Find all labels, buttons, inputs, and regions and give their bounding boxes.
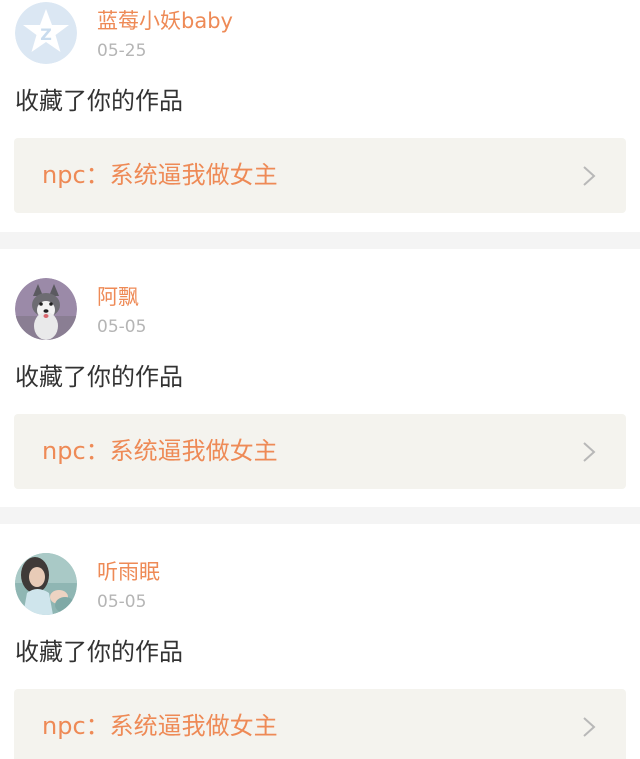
date: 05-25 [97, 41, 147, 61]
action-text: 收藏了你的作品 [15, 87, 183, 115]
work-title: npc：系统逼我做女主 [42, 437, 278, 465]
work-card[interactable]: npc：系统逼我做女主 [14, 689, 626, 759]
notification-item: 阿飘 05-05 收藏了你的作品 npc：系统逼我做女主 [0, 249, 640, 489]
username[interactable]: 阿飘 [97, 284, 139, 310]
action-text: 收藏了你的作品 [15, 638, 183, 666]
work-card[interactable]: npc：系统逼我做女主 [14, 138, 626, 213]
work-title: npc：系统逼我做女主 [42, 712, 278, 740]
notification-item: Z 蓝莓小妖baby 05-25 收藏了你的作品 npc：系统逼我做女主 [0, 0, 640, 230]
action-text: 收藏了你的作品 [15, 363, 183, 391]
divider [0, 232, 640, 249]
girl-photo [15, 553, 77, 615]
husky-dog-photo [15, 278, 77, 340]
username[interactable]: 蓝莓小妖baby [97, 8, 233, 34]
default-avatar-icon: Z [15, 2, 77, 64]
chevron-right-icon [580, 716, 598, 738]
work-title: npc：系统逼我做女主 [42, 161, 278, 189]
work-card[interactable]: npc：系统逼我做女主 [14, 414, 626, 489]
notification-item: 听雨眠 05-05 收藏了你的作品 npc：系统逼我做女主 [0, 524, 640, 759]
date: 05-05 [97, 592, 147, 612]
avatar[interactable] [15, 278, 77, 340]
notification-feed: Z 蓝莓小妖baby 05-25 收藏了你的作品 npc：系统逼我做女主 阿飘 … [0, 0, 640, 759]
username[interactable]: 听雨眠 [97, 559, 160, 585]
chevron-right-icon [580, 165, 598, 187]
date: 05-05 [97, 317, 147, 337]
avatar[interactable]: Z [15, 2, 77, 64]
divider [0, 507, 640, 524]
chevron-right-icon [580, 441, 598, 463]
avatar[interactable] [15, 553, 77, 615]
svg-text:Z: Z [40, 25, 52, 44]
